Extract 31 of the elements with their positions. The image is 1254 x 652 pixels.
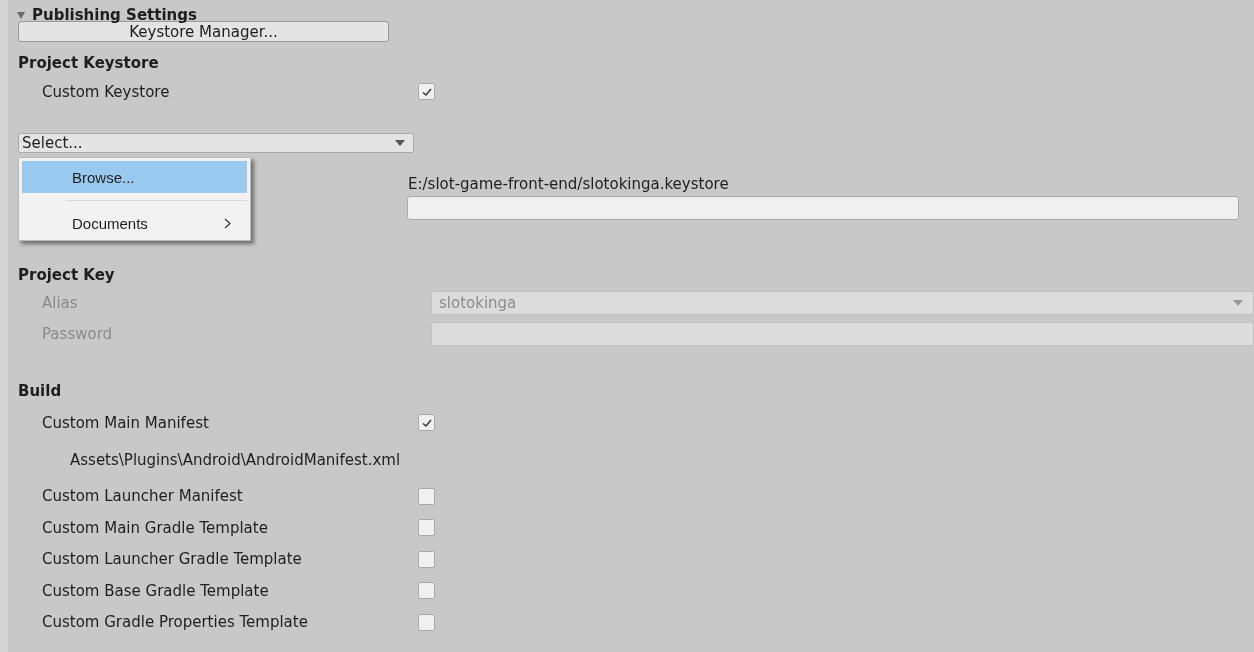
- checkbox[interactable]: [418, 519, 435, 537]
- section-heading: Build: [18, 382, 62, 400]
- option-label: Custom Base Gradle Template: [41, 581, 270, 600]
- section-title: Publishing Settings: [32, 6, 197, 24]
- checkbox[interactable]: [418, 487, 435, 505]
- option-label: Custom Main Manifest: [41, 413, 210, 432]
- option-label: Custom Main Gradle Template: [41, 518, 269, 537]
- dropdown-arrow-icon: [395, 140, 405, 146]
- checkbox[interactable]: [418, 414, 435, 432]
- chevron-right-icon: [224, 217, 231, 229]
- option-label: Custom Launcher Manifest: [41, 487, 244, 506]
- select-dropdown[interactable]: Select...: [18, 133, 414, 153]
- option-label: Custom Launcher Gradle Template: [41, 550, 303, 569]
- dropdown-arrow-icon: [1233, 299, 1243, 306]
- foldout-arrow-icon[interactable]: [16, 10, 26, 20]
- field-label: Alias: [41, 293, 79, 312]
- field-label: Password: [41, 324, 114, 343]
- field-label: Custom Keystore: [41, 82, 171, 101]
- checkbox[interactable]: [418, 83, 435, 100]
- section-heading: Project Keystore: [18, 54, 159, 72]
- keystore-path: E:/slot-game-front-end/slotokinga.keystore: [408, 175, 729, 193]
- manifest-path: Assets\Plugins\Android\AndroidManifest.xml: [70, 450, 401, 469]
- checkbox[interactable]: [418, 613, 435, 631]
- checkbox[interactable]: [418, 582, 435, 600]
- menu-item[interactable]: Documents: [22, 207, 247, 239]
- section-heading: Project Key: [18, 266, 115, 284]
- password-field[interactable]: [431, 321, 1254, 346]
- checkbox[interactable]: [418, 550, 435, 568]
- menu-item[interactable]: Browse...: [22, 161, 247, 193]
- password-field[interactable]: [407, 196, 1239, 220]
- option-label: Custom Gradle Properties Template: [41, 613, 309, 632]
